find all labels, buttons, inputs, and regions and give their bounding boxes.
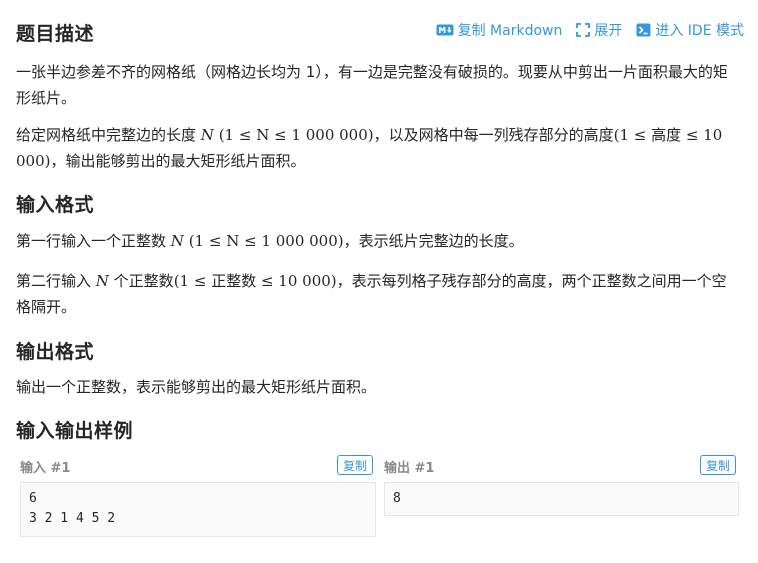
copy-markdown-button[interactable]: 复制 Markdown xyxy=(436,20,563,40)
sample-input-label: 输入 #1 xyxy=(20,461,71,476)
desc-var-n: N xyxy=(200,126,214,144)
input-format-title: 输入格式 xyxy=(16,194,95,216)
ide-mode-button[interactable]: 进入 IDE 模式 xyxy=(636,20,744,40)
copy-output-button[interactable]: 复制 xyxy=(700,455,736,475)
sample-input-box: 6 3 2 1 4 5 2 xyxy=(20,482,376,537)
expand-icon xyxy=(576,23,591,37)
input2-math-range: (1 ≤ 正整数 ≤ 10 000) xyxy=(173,272,337,290)
input2-var-n: N xyxy=(95,272,109,290)
desc-text-c: ，输出能够剪出的最大矩形纸片面积。 xyxy=(50,152,306,170)
description-paragraph-1: 一张半边参差不齐的网格纸（网格边长均为 1），有一边是完整没有破损的。现要从中剪… xyxy=(16,63,728,107)
desc-text-b: ，以及网格中每一列残存部分的高度 xyxy=(373,126,614,144)
input-var-n: N xyxy=(170,232,184,250)
output-format-paragraph-1: 输出一个正整数，表示能够剪出的最大矩形纸片面积。 xyxy=(16,378,377,396)
copy-input-button[interactable]: 复制 xyxy=(337,455,373,475)
input-format-paragraph-1: 第一行输入一个正整数 N (1 ≤ N ≤ 1 000 000)，表示纸片完整边… xyxy=(16,228,741,254)
samples-title: 输入输出样例 xyxy=(16,420,134,442)
input-text-b: ，表示纸片完整边的长度。 xyxy=(343,232,524,250)
output-format-title: 输出格式 xyxy=(16,341,95,363)
desc-text-a: 给定网格纸中完整边的长度 xyxy=(16,126,201,144)
input2-text-a: 第二行输入 xyxy=(16,272,96,290)
problem-toolbar: 复制 Markdown 展开 进入 IDE 模式 xyxy=(436,20,744,40)
copy-markdown-label: 复制 Markdown xyxy=(457,23,563,39)
description-title: 题目描述 xyxy=(16,23,95,45)
input2-text-b: 个正整数 xyxy=(108,272,174,290)
desc-math-range: (1 ≤ N ≤ 1 000 000) xyxy=(218,126,374,144)
input-text-a: 第一行输入一个正整数 xyxy=(16,232,171,250)
markdown-icon xyxy=(436,24,454,36)
problem-page: 复制 Markdown 展开 进入 IDE 模式 题目描述 一张半边参差不齐的网… xyxy=(0,0,758,563)
expand-label: 展开 xyxy=(594,23,623,39)
input-format-paragraph-2: 第二行输入 N 个正整数(1 ≤ 正整数 ≤ 10 000)，表示每列格子残存部… xyxy=(16,268,741,320)
expand-button[interactable]: 展开 xyxy=(576,20,622,40)
terminal-icon xyxy=(636,23,651,37)
sample-output-label: 输出 #1 xyxy=(384,461,435,476)
input-math-range: (1 ≤ N ≤ 1 000 000) xyxy=(188,232,344,250)
description-paragraph-2: 给定网格纸中完整边的长度 N (1 ≤ N ≤ 1 000 000)，以及网格中… xyxy=(16,122,741,174)
sample-output-box: 8 xyxy=(384,482,739,516)
ide-mode-label: 进入 IDE 模式 xyxy=(655,23,744,39)
